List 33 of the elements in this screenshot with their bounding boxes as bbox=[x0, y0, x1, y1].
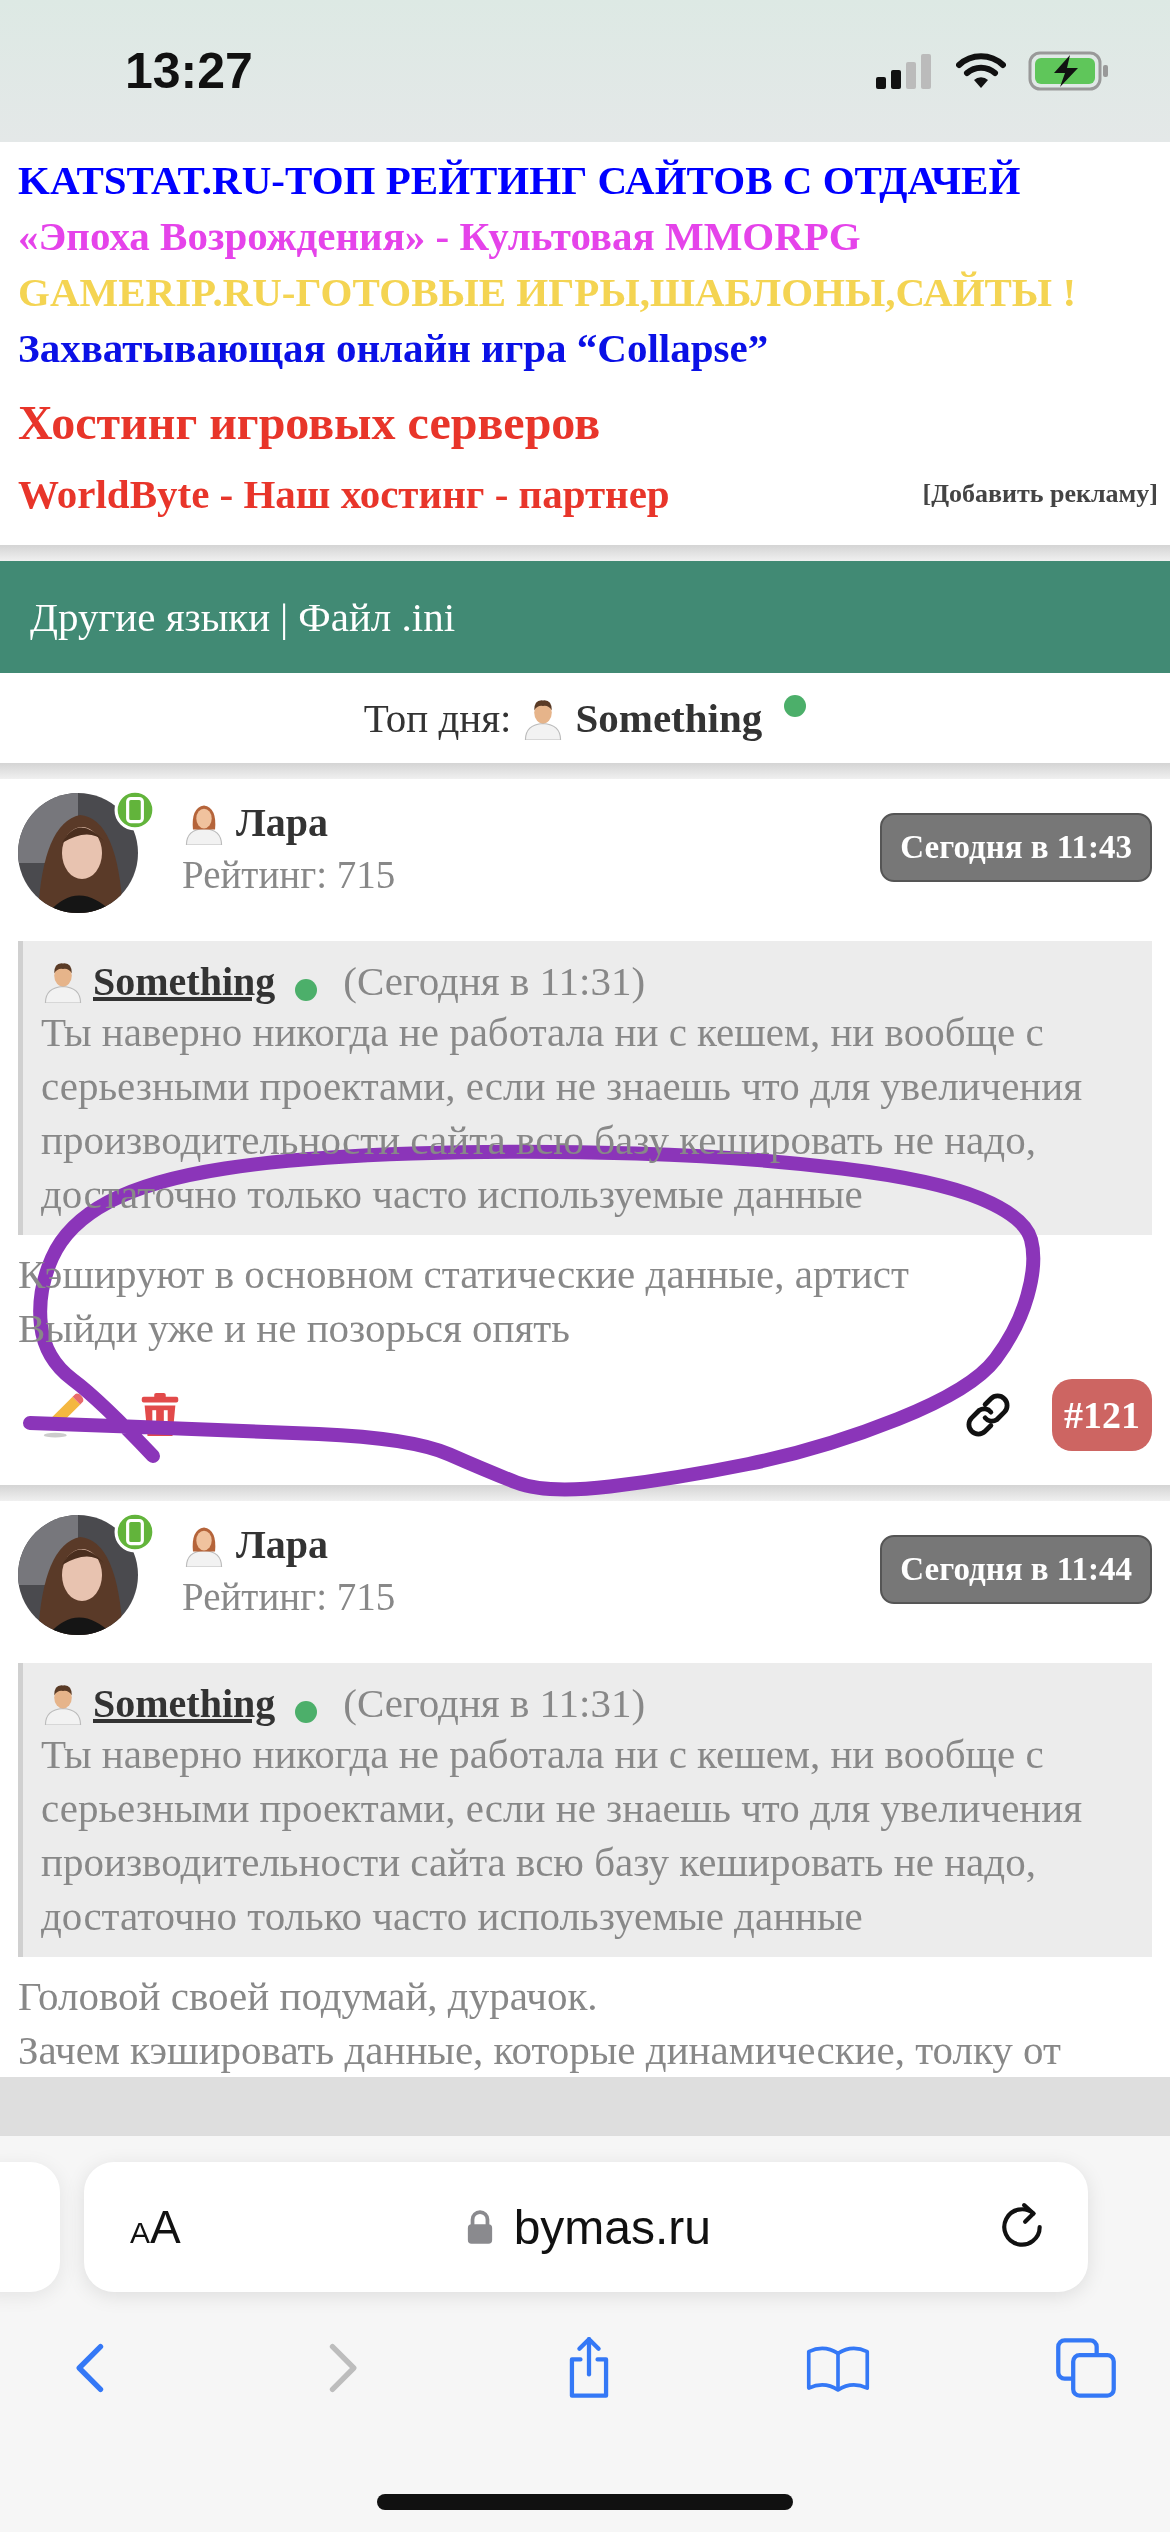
nav-link[interactable]: Другие языки bbox=[30, 593, 271, 641]
signal-icon bbox=[876, 53, 934, 89]
clock-time: 13:27 bbox=[125, 42, 253, 100]
tabs-icon[interactable] bbox=[1054, 2336, 1118, 2400]
author-name[interactable]: Лара bbox=[236, 799, 329, 846]
ad-link[interactable]: Захватывающая онлайн игра “Collapse” bbox=[18, 320, 1158, 376]
link-icon[interactable] bbox=[964, 1391, 1012, 1439]
post-time-badge: Сегодня в 11:43 bbox=[880, 813, 1152, 882]
ad-link[interactable]: WorldByte - Наш хостинг - партнер bbox=[18, 466, 670, 522]
username-link[interactable]: Something bbox=[575, 694, 763, 742]
address-bar[interactable]: AA bymas.ru bbox=[84, 2162, 1088, 2292]
quote-text: Ты наверно никогда не работала ни с кешем, ни вообще с серьезными проектами, если не знаешь что для увеличения производительности сайта всю базу кешировать не надо, достаточно только часто используемые данные bbox=[41, 1730, 1084, 1941]
separator-text: | bbox=[280, 593, 289, 641]
battery-charging-icon bbox=[1028, 51, 1110, 91]
url-text: bymas.ru bbox=[513, 2199, 712, 2255]
post-text: Зачем кэшировать данные, которые динамические, толку от bbox=[18, 2026, 1062, 2075]
quoted-author-link[interactable]: Something bbox=[93, 1679, 284, 1727]
rating-text: Рейтинг: 715 bbox=[182, 1574, 396, 1619]
post-text: Головой своей подумай, дурачок. bbox=[18, 1972, 599, 2021]
nav-link[interactable]: Файл .ini bbox=[298, 593, 456, 641]
wifi-icon bbox=[956, 52, 1006, 90]
post-time-badge: Сегодня в 11:44 bbox=[880, 1535, 1152, 1604]
rating-text: Рейтинг: 715 bbox=[182, 852, 396, 897]
top-day-label: Топ дня: bbox=[363, 694, 512, 742]
ad-link[interactable]: KATSTAT.RU-ТОП РЕЙТИНГ САЙТОВ С ОТДАЧЕЙ bbox=[18, 152, 1158, 208]
ad-headline[interactable]: Хостинг игровых серверов bbox=[18, 390, 1158, 456]
quote-time: (Сегодня в 11:31) bbox=[343, 1679, 646, 1727]
post-number-badge[interactable]: #121 bbox=[1052, 1379, 1152, 1451]
add-ad-link[interactable]: [Добавить рекламу] bbox=[922, 479, 1158, 509]
author-name[interactable]: Лара bbox=[236, 1521, 329, 1568]
text-size-button[interactable]: AA bbox=[130, 2200, 181, 2254]
quote-time: (Сегодня в 11:31) bbox=[343, 957, 646, 1005]
quoted-author-link[interactable]: Something bbox=[93, 957, 284, 1005]
